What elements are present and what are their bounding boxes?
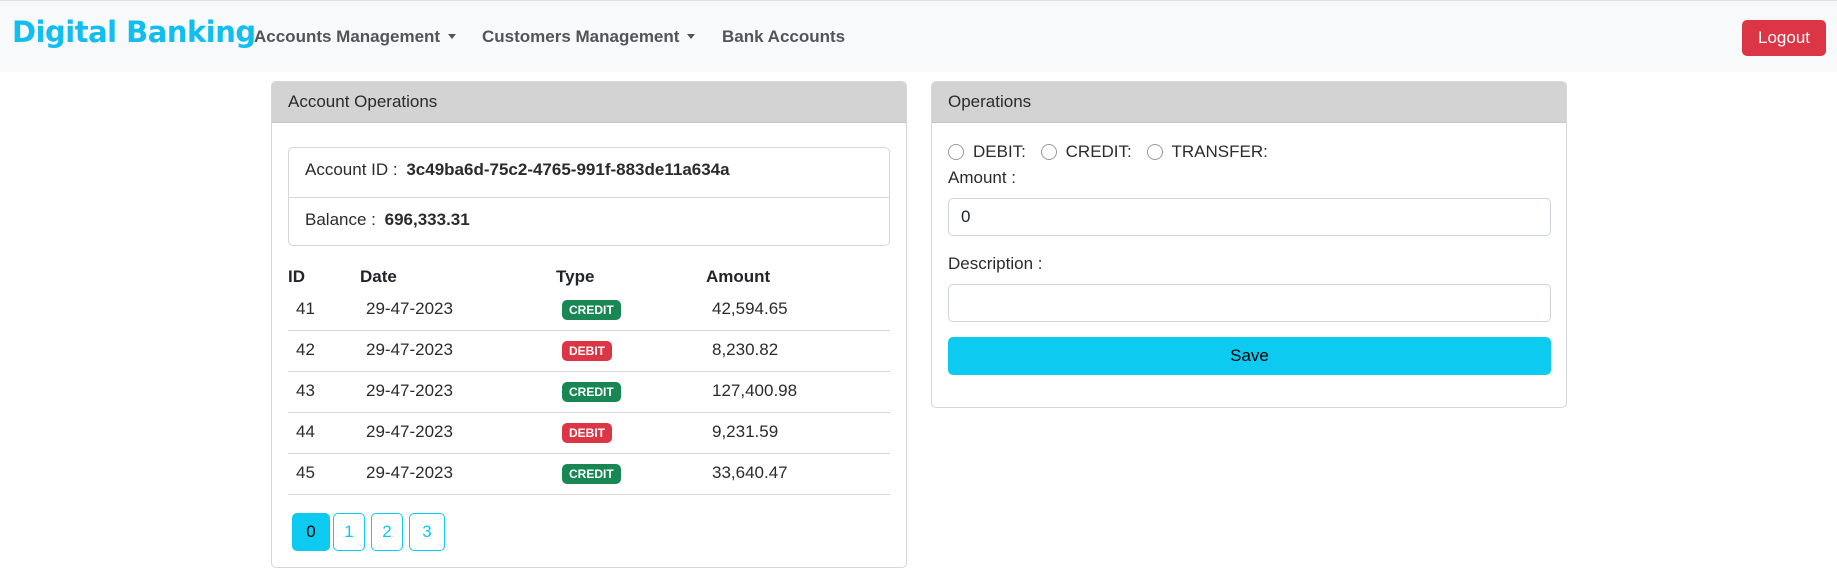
cell-type: DEBIT	[562, 340, 612, 361]
radio-label: CREDIT:	[1065, 142, 1132, 161]
balance-row: Balance : 696,333.31	[289, 197, 889, 246]
card-title: Operations	[932, 82, 1566, 123]
caret-down-icon	[687, 34, 696, 39]
cell-amount: 42,594.65	[712, 299, 788, 318]
operations-card: Operations DEBIT: CREDIT: TRANSFER: Amou…	[931, 81, 1567, 408]
type-badge: CREDIT	[562, 382, 621, 402]
type-badge: CREDIT	[562, 464, 621, 484]
radio-debit[interactable]: DEBIT:	[948, 142, 1026, 162]
type-badge: DEBIT	[562, 341, 612, 361]
nav-customers-management[interactable]: Customers Management	[482, 27, 696, 47]
cell-id: 41	[296, 299, 315, 318]
column-header-type: Type	[556, 267, 595, 286]
cell-amount: 33,640.47	[712, 463, 788, 482]
cell-amount: 8,230.82	[712, 340, 779, 359]
cell-id: 45	[296, 463, 315, 482]
cell-date: 29-47-2023	[366, 463, 453, 482]
card-title: Account Operations	[272, 82, 906, 123]
page-button-3[interactable]: 3	[409, 513, 445, 551]
cell-type: CREDIT	[562, 299, 621, 320]
page-button-1[interactable]: 1	[333, 513, 365, 551]
table-header: ID Date Type Amount	[288, 262, 890, 290]
table-row: 44 29-47-2023 DEBIT 9,231.59	[288, 413, 890, 454]
balance-label: Balance :	[305, 210, 376, 229]
page-button-0[interactable]: 0	[292, 513, 330, 551]
operations-table: ID Date Type Amount 41 29-47-2023 CREDIT…	[288, 262, 890, 495]
cell-amount: 127,400.98	[712, 381, 798, 400]
table-row: 43 29-47-2023 CREDIT 127,400.98	[288, 372, 890, 413]
radio-label: DEBIT:	[973, 142, 1026, 161]
cell-date: 29-47-2023	[366, 340, 453, 359]
cell-id: 42	[296, 340, 315, 359]
cell-type: DEBIT	[562, 422, 612, 443]
radio-circle-icon[interactable]	[1040, 144, 1057, 160]
table-row: 45 29-47-2023 CREDIT 33,640.47	[288, 454, 890, 495]
operation-type-radio-group: DEBIT: CREDIT: TRANSFER:	[948, 142, 1278, 165]
description-label: Description :	[948, 254, 1043, 273]
radio-label: TRANSFER:	[1171, 142, 1268, 161]
cell-id: 44	[296, 422, 315, 441]
page-button-2[interactable]: 2	[371, 513, 403, 551]
column-header-amount: Amount	[706, 267, 771, 286]
cell-type: CREDIT	[562, 463, 621, 484]
nav-accounts-management[interactable]: Accounts Management	[254, 27, 457, 47]
logout-button[interactable]: Logout	[1742, 20, 1826, 56]
brand-logo[interactable]: Digital Banking	[12, 15, 256, 49]
table-row: 42 29-47-2023 DEBIT 8,230.82	[288, 331, 890, 372]
balance-value: 696,333.31	[384, 210, 470, 229]
type-badge: DEBIT	[562, 423, 612, 443]
radio-circle-icon[interactable]	[948, 144, 964, 160]
radio-credit[interactable]: CREDIT:	[1040, 142, 1132, 162]
nav-item-label: Accounts Management	[254, 27, 441, 46]
radio-transfer[interactable]: TRANSFER:	[1146, 142, 1268, 162]
account-id-label: Account ID :	[305, 160, 398, 179]
save-button[interactable]: Save	[948, 337, 1551, 375]
column-header-date: Date	[360, 267, 397, 286]
cell-date: 29-47-2023	[366, 422, 453, 441]
type-badge: CREDIT	[562, 300, 621, 320]
account-operations-card: Account Operations Account ID : 3c49ba6d…	[271, 81, 907, 568]
account-id-row: Account ID : 3c49ba6d-75c2-4765-991f-883…	[289, 148, 889, 197]
description-input[interactable]	[948, 284, 1551, 322]
column-header-id: ID	[288, 267, 305, 286]
account-id-value: 3c49ba6d-75c2-4765-991f-883de11a634a	[406, 160, 730, 179]
cell-type: CREDIT	[562, 381, 621, 402]
table-row: 41 29-47-2023 CREDIT 42,594.65	[288, 290, 890, 331]
amount-input[interactable]	[948, 198, 1551, 236]
nav-item-label: Bank Accounts	[722, 27, 846, 46]
caret-down-icon	[448, 34, 457, 39]
cell-id: 43	[296, 381, 315, 400]
radio-circle-icon[interactable]	[1146, 144, 1163, 160]
account-info: Account ID : 3c49ba6d-75c2-4765-991f-883…	[288, 147, 890, 246]
navbar: Digital Banking Accounts Management Cust…	[0, 0, 1837, 72]
cell-date: 29-47-2023	[366, 381, 453, 400]
nav-item-label: Customers Management	[482, 27, 680, 46]
nav-bank-accounts[interactable]: Bank Accounts	[722, 27, 845, 47]
cell-amount: 9,231.59	[712, 422, 779, 441]
amount-label: Amount :	[948, 168, 1017, 187]
cell-date: 29-47-2023	[366, 299, 453, 318]
